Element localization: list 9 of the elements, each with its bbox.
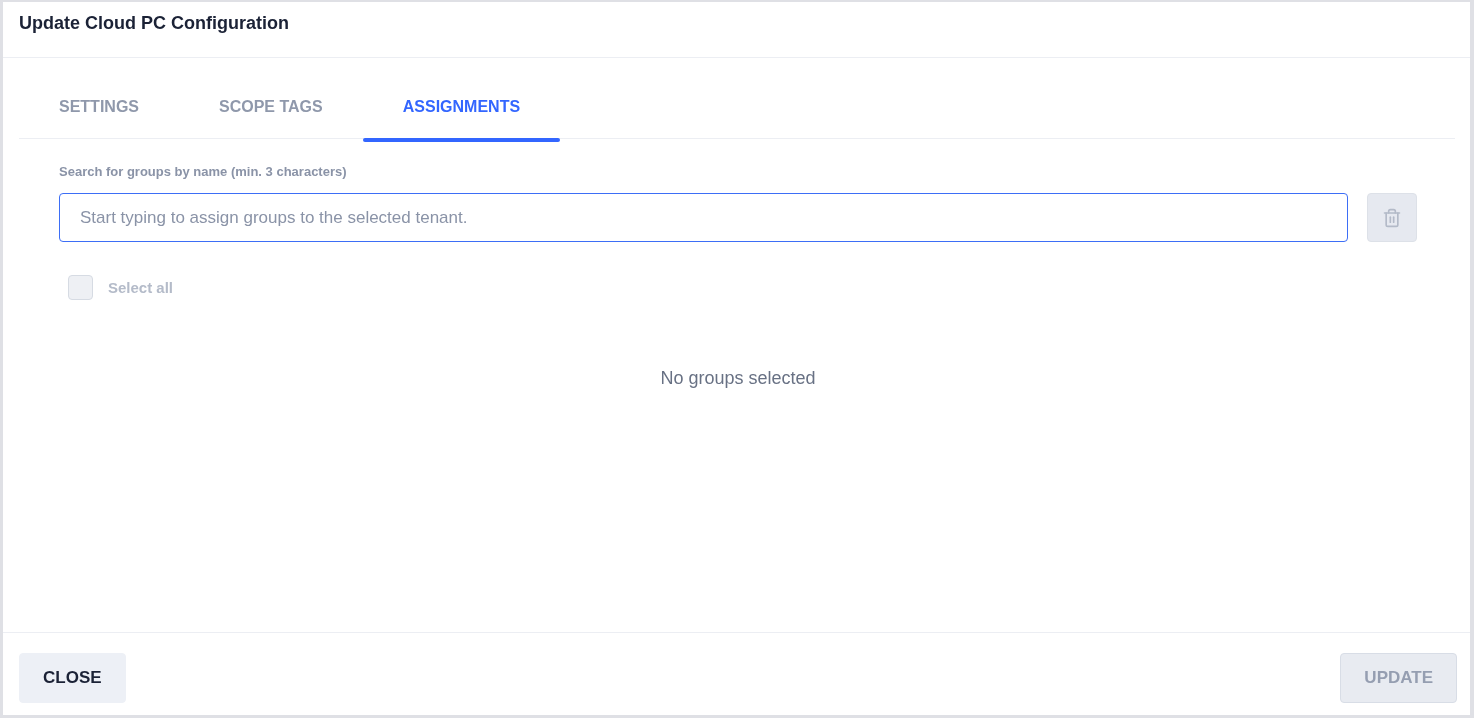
tab[interactable]: SCOPE TAGS: [179, 58, 363, 138]
empty-message: No groups selected: [660, 367, 816, 389]
dialog-title: Update Cloud PC Configuration: [19, 13, 289, 33]
search-field[interactable]: Start typing to assign groups to the selected tenant.: [59, 193, 1348, 242]
close-button[interactable]: CLOSE: [19, 653, 126, 703]
select-all-label: Select all: [108, 279, 174, 296]
search-label: Search for groups by name (min. 3 characters): [59, 164, 347, 180]
trash-icon: [1382, 207, 1402, 228]
tab[interactable]: SETTINGS: [19, 58, 179, 138]
